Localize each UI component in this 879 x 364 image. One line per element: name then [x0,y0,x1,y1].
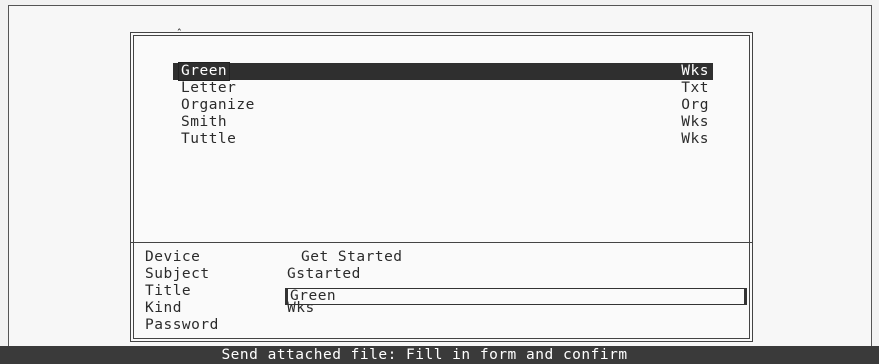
send-file-dialog: ˆ Green Wks Letter Txt Organize Org Smit… [130,27,753,342]
file-list-item-green[interactable]: Green Wks [173,62,713,81]
file-list-item-tuttle[interactable]: Tuttle Wks [173,131,713,148]
file-kind: Wks [681,114,709,130]
file-list-item-organize[interactable]: Organize Org [173,97,713,114]
caret-icon: ˆ [176,27,183,40]
file-name: Letter [181,80,237,96]
password-label: Password [145,317,219,333]
device-value[interactable]: Get Started [301,249,403,266]
device-row[interactable]: Device Get Started [145,249,745,266]
divider [131,242,752,243]
file-list-item-smith[interactable]: Smith Wks [173,114,713,131]
title-input-value: Green [290,288,337,304]
title-label: Title [145,283,192,299]
file-kind: Org [681,97,709,113]
subject-value[interactable]: Gstarted [287,266,361,283]
device-label: Device [145,249,201,265]
file-kind: Wks [681,131,709,147]
subject-label: Subject [145,266,210,282]
file-list[interactable]: ˆ Green Wks Letter Txt Organize Org Smit… [131,27,752,242]
status-bar: Send attached file: Fill in form and con… [0,346,879,364]
file-name: Organize [181,97,255,113]
subject-row[interactable]: Subject Gstarted [145,266,745,283]
title-input[interactable]: Green [285,288,747,305]
file-name: Smith [181,114,228,130]
status-message: Send attached file: Fill in form and con… [221,347,628,363]
kind-label: Kind [145,300,182,316]
file-kind: Wks [681,63,709,79]
file-list-item-letter[interactable]: Letter Txt [173,80,713,97]
password-row[interactable]: Password [145,317,745,334]
file-name: Green [177,62,231,81]
file-kind: Txt [681,80,709,96]
file-name: Tuttle [181,131,237,147]
